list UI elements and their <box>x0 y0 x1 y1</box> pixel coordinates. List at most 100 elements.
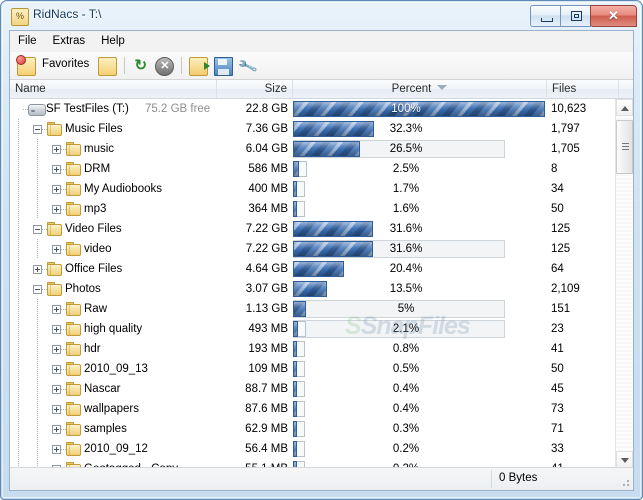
menu-file[interactable]: File <box>10 31 45 50</box>
expand-node-button[interactable] <box>33 265 42 274</box>
folder-icon <box>66 242 81 256</box>
row-name-cell[interactable]: Music Files <box>10 119 217 139</box>
open-folder-button[interactable] <box>95 52 120 79</box>
row-name-cell[interactable]: high quality <box>10 319 217 339</box>
table-row[interactable]: Nascar 88.7 MB 0.4% 45 <box>10 379 616 399</box>
favorites-icon <box>16 55 36 76</box>
table-row[interactable]: Video Files 7.22 GB 31.6% 125 <box>10 219 616 239</box>
row-percent-cell: 32.3% <box>293 119 547 139</box>
row-percent-label: 0.2% <box>392 443 420 455</box>
menu-extras[interactable]: Extras <box>45 31 94 50</box>
scroll-up-button[interactable] <box>616 99 633 116</box>
resize-grip-icon[interactable] <box>619 476 631 488</box>
table-row[interactable]: DRM 586 MB 2.5% 8 <box>10 159 616 179</box>
free-space-label: 75.2 GB free <box>145 103 211 115</box>
row-name-cell[interactable]: mp3 <box>10 199 217 219</box>
scrollbar-thumb[interactable] <box>616 120 633 174</box>
tree-guide-line <box>37 379 38 399</box>
row-name-cell[interactable]: DRM <box>10 159 217 179</box>
tree-guide-line <box>18 439 19 459</box>
row-name-cell[interactable]: Photos <box>10 279 217 299</box>
favorites-button[interactable]: Favorites <box>10 52 95 79</box>
toolbar-separator-2 <box>181 57 183 74</box>
expand-node-button[interactable] <box>52 425 61 434</box>
row-percent-label: 0.4% <box>392 403 420 415</box>
folder-icon <box>66 162 81 176</box>
scrollbar-track[interactable] <box>616 116 633 451</box>
row-size-cell: 7.36 GB <box>245 123 288 135</box>
stop-button[interactable]: ✕ <box>152 52 177 79</box>
table-row[interactable]: high quality 493 MB 2.1% 23 <box>10 319 616 339</box>
tree-guide-line <box>18 399 19 419</box>
row-size-cell: 3.07 GB <box>245 283 288 295</box>
table-row[interactable]: music 6.04 GB 26.5% 1,705 <box>10 139 616 159</box>
collapse-node-button[interactable] <box>33 125 42 134</box>
row-name-cell[interactable]: SF TestFiles (T:) 75.2 GB free <box>10 99 217 119</box>
row-name-cell[interactable]: Nascar <box>10 379 217 399</box>
row-name-cell[interactable]: 2010_09_12 <box>10 439 217 459</box>
collapse-node-button[interactable] <box>33 285 42 294</box>
table-row[interactable]: video 7.22 GB 31.6% 125 <box>10 239 616 259</box>
table-row[interactable]: My Audiobooks 400 MB 1.7% 34 <box>10 179 616 199</box>
expand-node-button[interactable] <box>52 185 61 194</box>
expand-node-button[interactable] <box>52 205 61 214</box>
row-name-cell[interactable]: wallpapers <box>10 399 217 419</box>
expand-node-button[interactable] <box>52 345 61 354</box>
expand-node-button[interactable] <box>52 165 61 174</box>
row-name-cell[interactable]: Raw <box>10 299 217 319</box>
column-header-percent[interactable]: Percent <box>293 80 547 98</box>
row-name-cell[interactable]: 2010_09_13 <box>10 359 217 379</box>
expand-node-button[interactable] <box>52 145 61 154</box>
table-row[interactable]: 2010_09_12 56.4 MB 0.2% 33 <box>10 439 616 459</box>
scroll-down-button[interactable] <box>616 451 633 468</box>
table-row[interactable]: hdr 193 MB 0.8% 41 <box>10 339 616 359</box>
table-row[interactable]: 2010_09_13 109 MB 0.5% 50 <box>10 359 616 379</box>
row-name-cell[interactable]: samples <box>10 419 217 439</box>
stop-icon: ✕ <box>155 57 175 76</box>
row-name-cell[interactable]: Video Files <box>10 219 217 239</box>
row-files-cell: 23 <box>551 323 564 335</box>
row-name-cell[interactable]: hdr <box>10 339 217 359</box>
expand-node-button[interactable] <box>52 405 61 414</box>
row-percent-cell: 31.6% <box>293 219 547 239</box>
row-files-cell: 8 <box>551 163 558 175</box>
table-row[interactable]: SF TestFiles (T:) 75.2 GB free 22.8 GB 100%… <box>10 99 616 119</box>
table-row[interactable]: mp3 364 MB 1.6% 50 <box>10 199 616 219</box>
column-header-size[interactable]: Size <box>217 80 293 98</box>
column-header-name[interactable]: Name <box>10 80 217 98</box>
table-row[interactable]: Music Files 7.36 GB 32.3% 1,797 <box>10 119 616 139</box>
table-row[interactable]: Office Files 4.64 GB 20.4% 64 <box>10 259 616 279</box>
tree-guide-line <box>18 139 19 159</box>
row-name-cell[interactable]: Office Files <box>10 259 217 279</box>
expand-node-button[interactable] <box>52 365 61 374</box>
maximize-button[interactable] <box>560 5 591 27</box>
table-row[interactable]: Photos 3.07 GB 13.5% 2,109 <box>10 279 616 299</box>
settings-wrench-icon: 🔧 <box>237 55 260 77</box>
settings-button[interactable]: 🔧 <box>236 52 259 79</box>
refresh-icon: ↻ <box>134 57 148 74</box>
expand-node-button[interactable] <box>52 305 61 314</box>
tree-guide-line <box>18 179 19 199</box>
column-header-files[interactable]: Files <box>547 80 619 98</box>
refresh-button[interactable]: ↻ <box>129 52 152 79</box>
expand-node-button[interactable] <box>52 385 61 394</box>
row-size-cell: 88.7 MB <box>245 383 288 395</box>
menu-help[interactable]: Help <box>93 31 133 50</box>
export-button[interactable] <box>186 52 211 79</box>
table-row[interactable]: wallpapers 87.6 MB 0.4% 73 <box>10 399 616 419</box>
expand-node-button[interactable] <box>52 245 61 254</box>
save-button[interactable] <box>211 52 236 79</box>
collapse-node-button[interactable] <box>33 225 42 234</box>
table-row[interactable]: Raw 1.13 GB 5% 151 <box>10 299 616 319</box>
expand-node-button[interactable] <box>52 445 61 454</box>
table-row[interactable]: samples 62.9 MB 0.3% 71 <box>10 419 616 439</box>
row-name-cell[interactable]: video <box>10 239 217 259</box>
tree-guide-line <box>18 279 19 299</box>
minimize-button[interactable] <box>530 5 561 27</box>
close-button[interactable]: ✕ <box>590 5 637 27</box>
row-percent-cell: 0.2% <box>293 439 547 459</box>
row-name-cell[interactable]: My Audiobooks <box>10 179 217 199</box>
vertical-scrollbar[interactable] <box>615 99 633 468</box>
row-name-cell[interactable]: music <box>10 139 217 159</box>
expand-node-button[interactable] <box>52 325 61 334</box>
